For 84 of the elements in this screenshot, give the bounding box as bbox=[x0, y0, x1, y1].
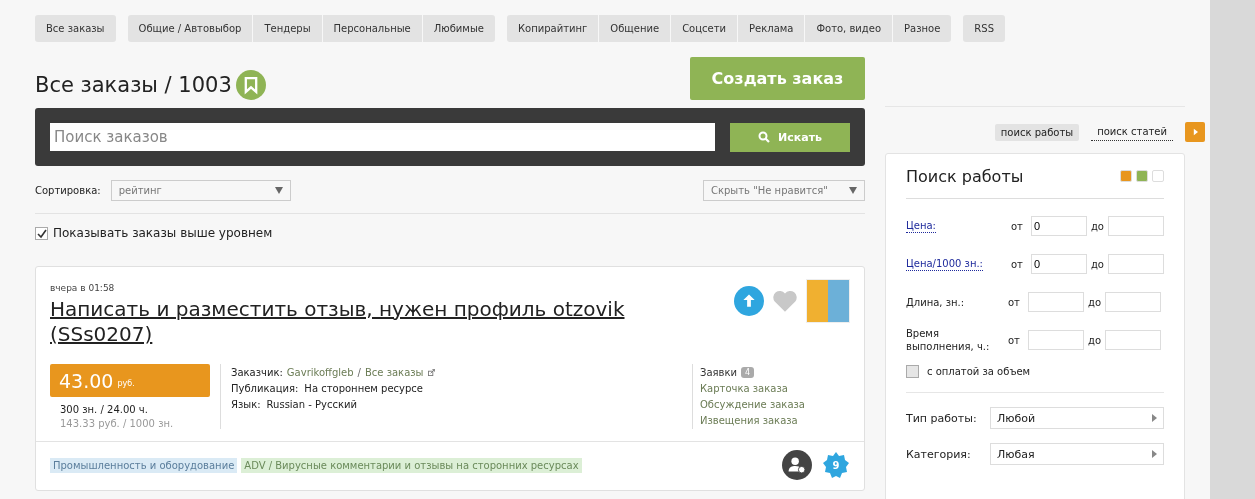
category-tab[interactable]: Реклама bbox=[738, 15, 805, 42]
search-mode-tab[interactable]: поиск работы bbox=[994, 123, 1080, 141]
order-time: вчера в 01:58 bbox=[50, 283, 116, 293]
checkbox[interactable] bbox=[35, 226, 48, 240]
to-label: до bbox=[1090, 258, 1104, 270]
meta-value: На стороннем ресурсе bbox=[304, 382, 423, 394]
from-field[interactable]: 0 bbox=[1030, 254, 1087, 274]
order-title-link[interactable]: Написать и разместить отзыв, нужен профиль otzovik (SSs0207) bbox=[50, 297, 630, 347]
hide-dropdown[interactable]: Скрыть "Не нравится" bbox=[703, 180, 865, 201]
search-mode-tab[interactable]: поиск статей bbox=[1091, 123, 1173, 141]
raise-icon[interactable] bbox=[734, 286, 764, 316]
bids-link[interactable]: Заявки bbox=[700, 366, 737, 378]
filter-label: Время выполнения, ч.: bbox=[906, 327, 991, 353]
all-orders-link[interactable]: Все заказы bbox=[365, 366, 424, 378]
expand-button[interactable] bbox=[1185, 122, 1205, 142]
from-label: от bbox=[1008, 334, 1021, 346]
filter-dropdown[interactable]: Любой bbox=[990, 407, 1164, 429]
caret-icon bbox=[274, 187, 283, 194]
search-field[interactable]: Поиск заказов bbox=[50, 123, 715, 151]
order-rate: 143.33 руб. / 1000 зн. bbox=[60, 418, 175, 429]
user-clock-icon[interactable] bbox=[782, 450, 812, 480]
category-tab[interactable]: Фото, видео bbox=[805, 15, 893, 42]
checkbox-label: Показывать заказы выше уровнем bbox=[53, 226, 273, 240]
category-tab[interactable]: Общение bbox=[599, 15, 671, 42]
theme-swatch[interactable] bbox=[1120, 170, 1132, 182]
from-field[interactable] bbox=[1028, 330, 1084, 350]
category-tab[interactable]: Все заказы bbox=[35, 15, 116, 42]
to-label: до bbox=[1088, 334, 1102, 346]
category-tab[interactable]: Тендеры bbox=[253, 15, 322, 42]
sort-label: Сортировка: bbox=[35, 185, 101, 196]
order-volume: 300 зн. / 24.00 ч. bbox=[60, 404, 149, 415]
filter-dropdown[interactable]: Любая bbox=[990, 443, 1164, 465]
from-field[interactable]: 0 bbox=[1030, 216, 1087, 236]
theme-swatch[interactable] bbox=[1152, 170, 1164, 182]
separator: / bbox=[357, 366, 361, 378]
caret-icon bbox=[849, 187, 857, 194]
filter-label: Длина, зн.: bbox=[906, 295, 966, 309]
order-link[interactable]: Карточка заказа bbox=[700, 382, 788, 394]
from-label: от bbox=[1010, 220, 1024, 232]
to-field[interactable] bbox=[1105, 292, 1162, 312]
checkbox-label: с оплатой за объем bbox=[927, 366, 1031, 377]
filter-label: Тип работы: bbox=[906, 411, 978, 425]
meta-label: Заказчик: bbox=[231, 366, 283, 378]
price-badge: 43.00 руб. bbox=[50, 364, 210, 397]
filter-label[interactable]: Цена/1000 зн.: bbox=[906, 257, 983, 271]
meta-label: Публикация: bbox=[231, 382, 299, 394]
category-tab[interactable]: Соцсети bbox=[671, 15, 737, 42]
bids-count: 4 bbox=[741, 366, 755, 378]
caret-icon bbox=[1152, 414, 1157, 422]
from-label: от bbox=[1008, 296, 1021, 308]
filter-label[interactable]: Цена: bbox=[906, 219, 936, 233]
caret-icon bbox=[1192, 128, 1198, 136]
checkbox[interactable] bbox=[906, 365, 919, 378]
to-label: до bbox=[1090, 220, 1104, 232]
category-tab[interactable]: Общие / Автовыбор bbox=[127, 15, 253, 42]
order-link[interactable]: Обсуждение заказа bbox=[700, 398, 805, 410]
category-tab[interactable]: RSS bbox=[963, 15, 1005, 42]
category-tab[interactable]: Персональные bbox=[322, 15, 422, 42]
category-tab[interactable]: Копирайтинг bbox=[506, 15, 599, 42]
bookmark-icon[interactable] bbox=[235, 69, 266, 100]
customer-link[interactable]: Gavrikoffgleb bbox=[286, 366, 354, 378]
external-link-icon bbox=[427, 368, 435, 376]
to-field[interactable] bbox=[1108, 254, 1164, 274]
from-field[interactable] bbox=[1028, 292, 1084, 312]
category-tag[interactable]: Промышленность и оборудование bbox=[50, 457, 238, 473]
level-badge: 9 bbox=[822, 451, 850, 479]
caret-icon bbox=[1152, 450, 1157, 458]
avatar-placeholder[interactable] bbox=[806, 279, 850, 323]
category-tab[interactable]: Разное bbox=[893, 15, 952, 42]
sort-dropdown[interactable]: рейтинг bbox=[110, 180, 291, 201]
meta-label: Язык: bbox=[231, 398, 261, 410]
heart-icon[interactable] bbox=[772, 289, 798, 313]
category-tab[interactable]: Любимые bbox=[422, 15, 495, 42]
panel-title: Поиск работы bbox=[906, 166, 1024, 186]
search-icon bbox=[758, 131, 770, 143]
theme-swatch[interactable] bbox=[1136, 170, 1148, 182]
page-title: Все заказы / 1003 bbox=[35, 72, 232, 97]
from-label: от bbox=[1010, 258, 1024, 270]
to-field[interactable] bbox=[1105, 330, 1162, 350]
to-field[interactable] bbox=[1108, 216, 1164, 236]
meta-value: Russian - Русский bbox=[266, 398, 358, 410]
order-link[interactable]: Извещения заказа bbox=[700, 414, 798, 426]
to-label: до bbox=[1088, 296, 1102, 308]
filter-label: Категория: bbox=[906, 447, 972, 461]
